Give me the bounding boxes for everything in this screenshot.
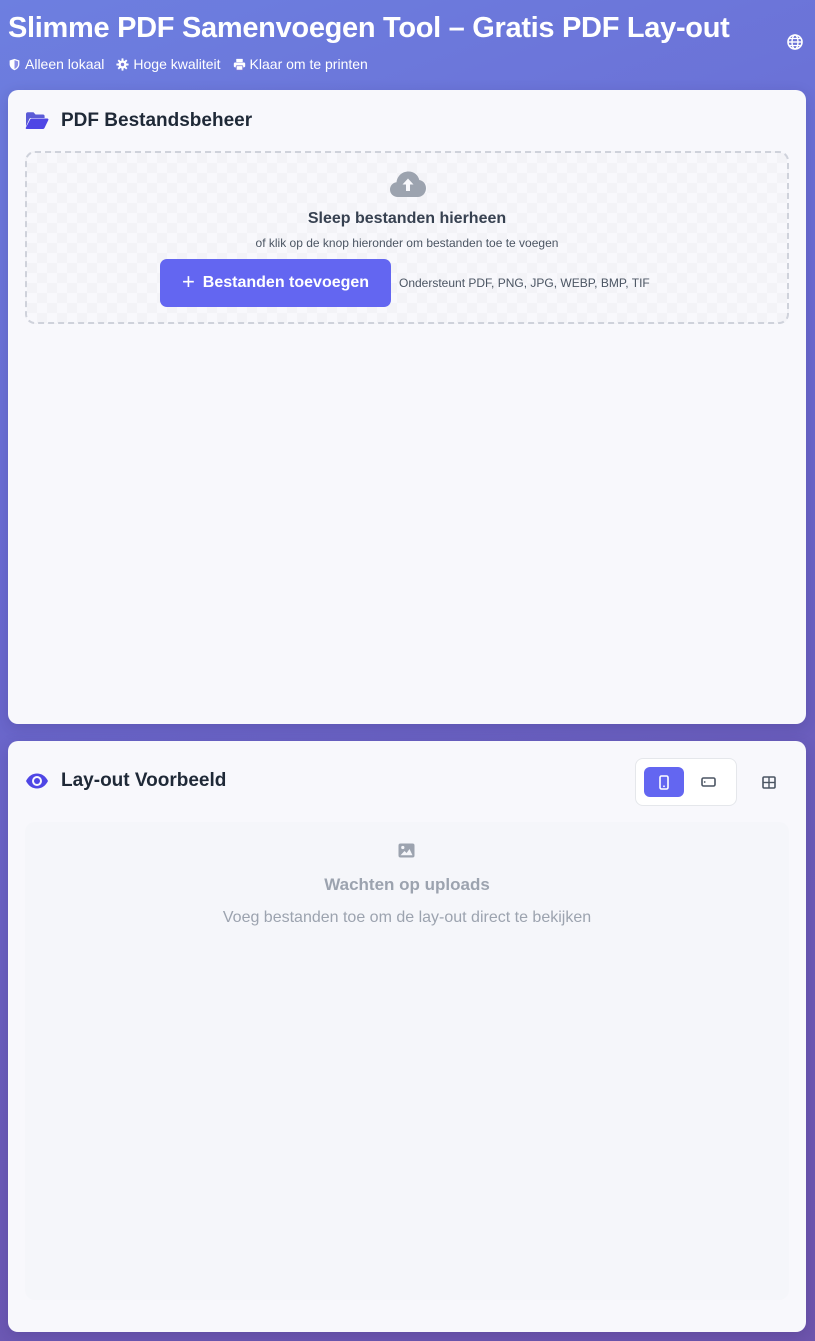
layout-preview-header: Lay-out Voorbeeld (25, 770, 226, 792)
image-icon (398, 843, 415, 858)
badge-local-only: Alleen lokaal (8, 56, 104, 72)
grid-icon (762, 775, 776, 789)
layout-preview-area: Wachten op uploads Voeg bestanden toe om… (25, 822, 789, 1300)
dropzone-subtitle: of klik op de knop hieronder om bestande… (255, 236, 559, 250)
printer-icon (233, 58, 245, 71)
upload-dropzone[interactable]: Sleep bestanden hierheen of klik op de k… (25, 151, 789, 324)
gear-icon (116, 57, 129, 71)
badge-label: Alleen lokaal (25, 56, 105, 72)
add-files-button[interactable]: + Bestanden toevoegen (160, 259, 391, 307)
portrait-button[interactable] (644, 767, 684, 797)
feature-badges: Alleen lokaal Hoge kwaliteit Klaar om te… (8, 56, 368, 72)
grid-view-button[interactable] (756, 770, 782, 794)
file-manager-header: PDF Bestandsbeheer (25, 110, 252, 132)
page-header: Slimme PDF Samenvoegen Tool – Gratis PDF… (8, 10, 808, 80)
badge-print-ready: Klaar om te printen (233, 56, 368, 72)
phone-landscape-icon (700, 777, 716, 787)
shield-icon (9, 58, 20, 70)
empty-state-title: Wachten op uploads (324, 875, 490, 894)
badge-label: Klaar om te printen (249, 56, 368, 72)
cloud-upload-icon (390, 171, 426, 197)
landscape-button[interactable] (688, 767, 728, 797)
add-files-label: Bestanden toevoegen (202, 274, 370, 291)
eye-icon (26, 773, 48, 789)
dropzone-title: Sleep bestanden hierheen (307, 210, 507, 227)
folder-open-icon (25, 112, 49, 129)
supported-formats: Ondersteunt PDF, PNG, JPG, WEBP, BMP, TI… (399, 276, 650, 290)
badge-high-quality: Hoge kwaliteit (116, 56, 221, 72)
empty-state-subtitle: Voeg bestanden toe om de lay-out direct … (222, 909, 592, 926)
globe-icon[interactable] (787, 34, 803, 50)
layout-preview-title: Lay-out Voorbeeld (61, 770, 227, 791)
phone-portrait-icon (659, 774, 669, 790)
file-manager-title: PDF Bestandsbeheer (61, 110, 253, 131)
layout-preview-card: Lay-out Voorbeeld Wachten op uploads Voe… (8, 741, 806, 1332)
badge-label: Hoge kwaliteit (133, 56, 221, 72)
page-title: Slimme PDF Samenvoegen Tool – Gratis PDF… (8, 12, 730, 44)
plus-icon: + (181, 269, 195, 294)
file-manager-card: PDF Bestandsbeheer Sleep bestanden hierh… (8, 90, 806, 724)
orientation-toggle (635, 758, 737, 806)
